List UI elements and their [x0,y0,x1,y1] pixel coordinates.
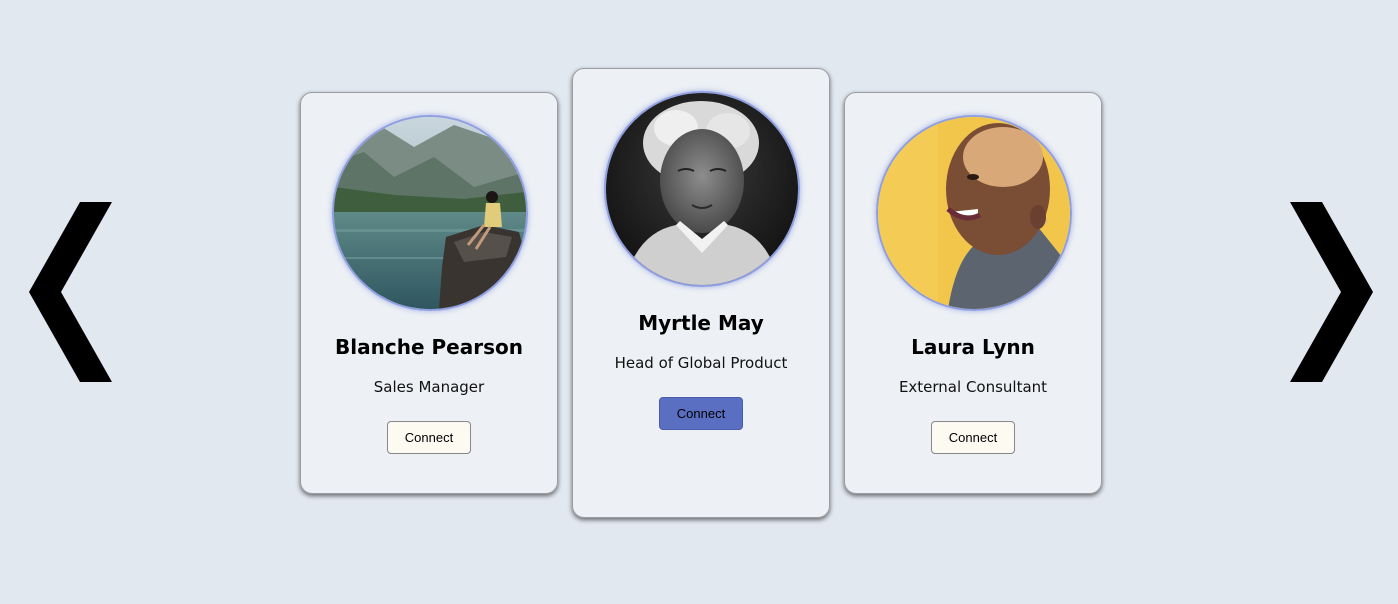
profile-card-laura-lynn: Laura Lynn External Consultant Connect [844,92,1102,494]
profile-name: Myrtle May [638,311,764,335]
connect-button[interactable]: Connect [387,421,471,454]
chevron-right-icon [1290,202,1373,382]
chevron-left-icon [29,202,112,382]
profile-role: Sales Manager [373,378,485,396]
profile-name: Laura Lynn [911,335,1035,359]
avatar-smiling-woman-photo [876,115,1072,311]
next-arrow-button[interactable] [1289,202,1373,382]
connect-button[interactable]: Connect [659,397,743,430]
profile-name: Blanche Pearson [335,335,523,359]
avatar-lake-woman-photo [332,115,528,311]
avatar-elderly-woman-photo [604,91,800,287]
profile-role: Head of Global Product [614,354,788,372]
prev-arrow-button[interactable] [29,202,113,382]
profile-card-blanche-pearson: Blanche Pearson Sales Manager Connect [300,92,558,494]
profile-card-myrtle-may: Myrtle May Head of Global Product Connec… [572,68,830,518]
profile-role: External Consultant [898,378,1048,396]
connect-button[interactable]: Connect [931,421,1015,454]
